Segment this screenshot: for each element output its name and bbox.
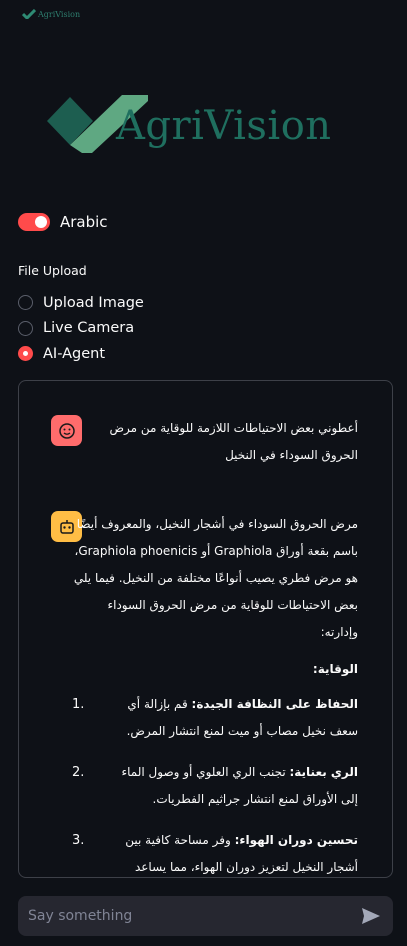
toggle-knob [35,216,47,228]
arabic-toggle[interactable] [18,213,50,231]
send-icon[interactable] [361,907,381,925]
radio-upload-image[interactable]: Upload Image [18,290,144,316]
item-title: تحسين دوران الهواء: [234,833,358,847]
list-item: 1. الحفاظ على النظافة الجيدة: قم بإزالة … [72,691,358,745]
list-number: 1. [72,697,85,712]
item-title: الري بعناية: [289,765,358,779]
assistant-message-text: مرض الحروق السوداء في أشجار النخيل، والم… [72,511,358,877]
chat-input[interactable] [18,908,338,924]
file-upload-label: File Upload [18,263,87,278]
file-upload-radio-group: Upload Image Live Camera AI-Agent [18,290,144,367]
list-number: 2. [72,765,85,780]
chat-container[interactable]: أعطوني بعض الاحتياطات اللازمة للوقاية من… [18,380,393,878]
radio-label: Upload Image [43,294,144,311]
list-item: 2. الري بعناية: تجنب الري العلوي أو وصول… [72,759,358,813]
toggle-label: Arabic [60,213,108,231]
radio-label: AI-Agent [43,345,106,362]
radio-label: Live Camera [43,320,135,337]
prevention-list: 1. الحفاظ على النظافة الجيدة: قم بإزالة … [72,691,358,877]
assistant-intro: مرض الحروق السوداء في أشجار النخيل، والم… [73,517,358,639]
prevention-heading: الوقاية: [312,662,358,676]
user-message-text: أعطوني بعض الاحتياطات اللازمة للوقاية من… [109,421,358,462]
logo-mark-icon [22,9,36,19]
chat-input-bar [18,896,393,936]
small-logo: AgriVision [22,9,80,19]
list-item: 3. تحسين دوران الهواء: وفر مساحة كافية ب… [72,827,358,877]
arabic-toggle-row[interactable]: Arabic [18,213,108,231]
small-logo-text: AgriVision [38,9,81,19]
list-number: 3. [72,833,85,848]
radio-dot[interactable] [18,295,33,311]
radio-dot[interactable] [18,320,33,336]
item-title: الحفاظ على النظافة الجيدة: [191,697,358,711]
logo-text: AgriVision [116,103,332,149]
radio-dot[interactable] [18,346,33,362]
radio-ai-agent[interactable]: AI-Agent [18,341,144,367]
radio-live-camera[interactable]: Live Camera [18,316,144,342]
